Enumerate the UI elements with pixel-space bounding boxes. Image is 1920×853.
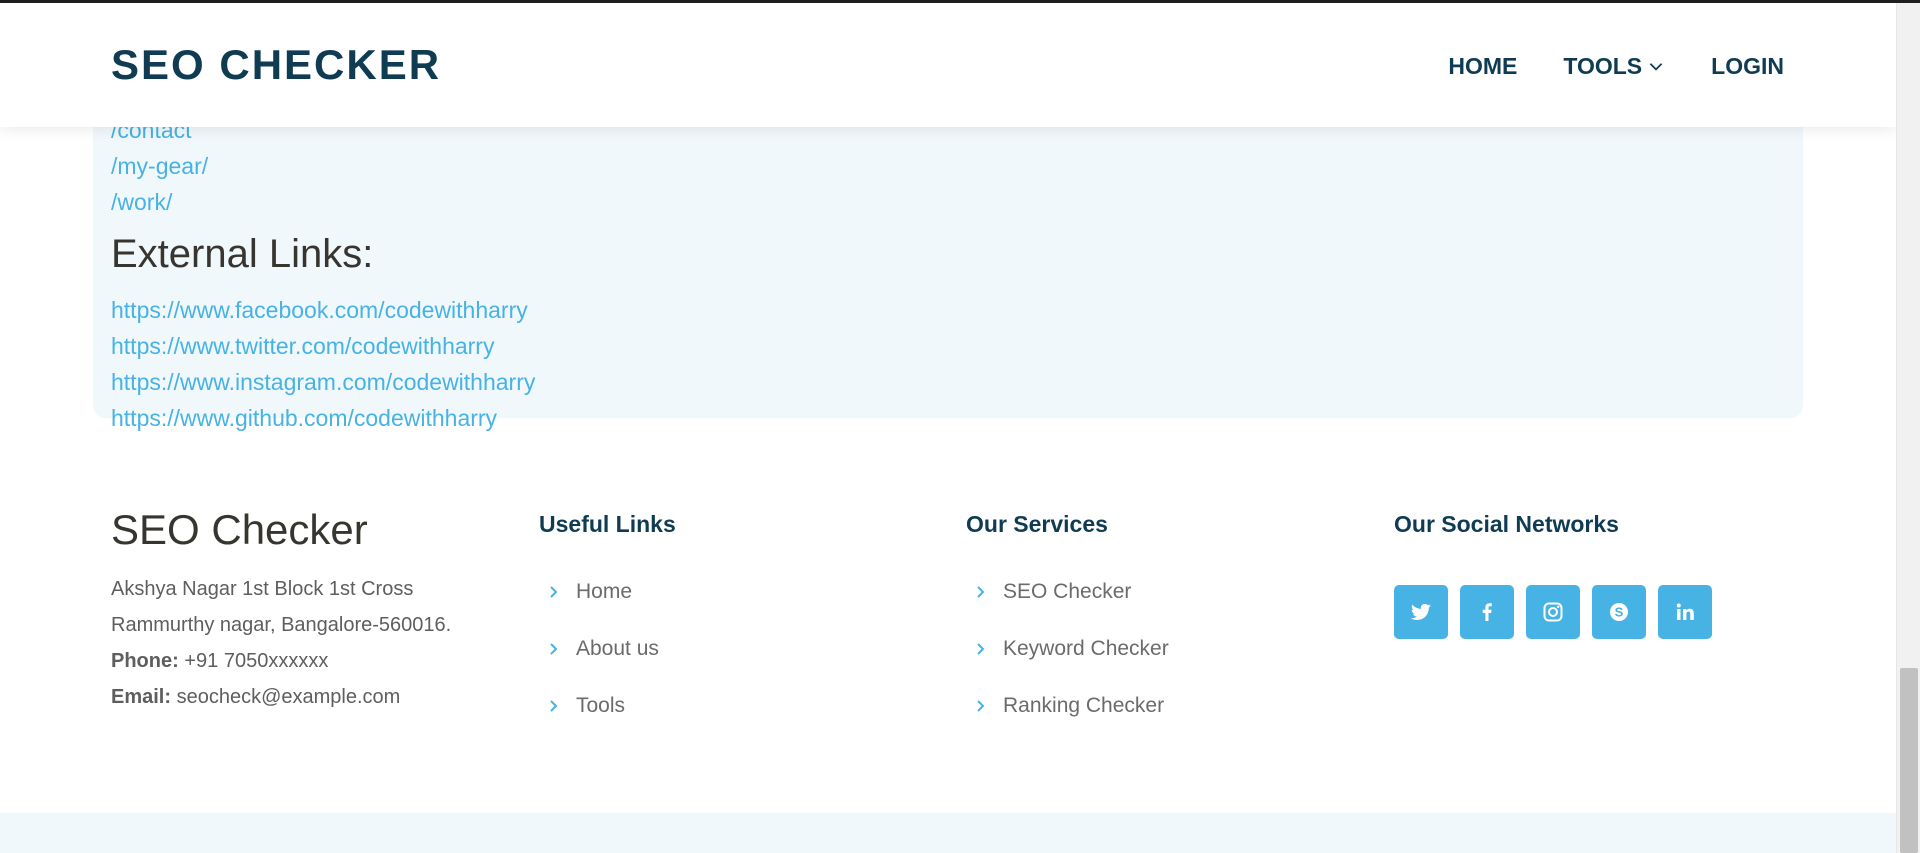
footer-link-home[interactable]: Home (576, 579, 632, 605)
footer-brand-title: SEO Checker (111, 506, 368, 553)
footer-contact: SEO Checker Akshya Nagar 1st Block 1st C… (111, 505, 451, 715)
list-item: About us (539, 620, 676, 677)
social-title: Our Social Networks (1394, 511, 1619, 537)
svg-text:S: S (1615, 605, 1624, 620)
chevron-right-icon (977, 642, 985, 655)
footer-social: Our Social Networks S (1394, 505, 1712, 639)
chevron-right-icon (550, 699, 558, 712)
external-link-github[interactable]: https://www.github.com/codewithharry (111, 400, 535, 436)
footer-address: Akshya Nagar 1st Block 1st Cross Rammurt… (111, 571, 451, 715)
footer-link-tools[interactable]: Tools (576, 693, 625, 719)
external-links-heading: External Links: (111, 232, 374, 276)
nav-tools-label: TOOLS (1563, 53, 1643, 79)
nav-home-label: HOME (1448, 53, 1518, 79)
service-link-seo-checker[interactable]: SEO Checker (1003, 579, 1131, 605)
phone-value: +91 7050xxxxxx (178, 650, 329, 672)
footer-bottom-bar (0, 813, 1896, 853)
social-buttons: S (1394, 585, 1712, 639)
links-panel-inner: /contact /my-gear/ /work/ External Links… (111, 112, 535, 436)
chevron-right-icon (550, 585, 558, 598)
instagram-button[interactable] (1526, 585, 1580, 639)
twitter-icon (1410, 603, 1431, 620)
services-title: Our Services (966, 511, 1108, 537)
chevron-right-icon (977, 699, 985, 712)
list-item: Tools (539, 677, 676, 734)
site-logo[interactable]: SEO CHECKER (111, 41, 441, 89)
list-item: Ranking Checker (966, 677, 1169, 734)
instagram-icon (1543, 602, 1563, 622)
list-item: SEO Checker (966, 563, 1169, 620)
footer-useful-links: Useful Links Home About us Tools (539, 505, 676, 734)
useful-links-title: Useful Links (539, 511, 676, 537)
scrollbar-thumb[interactable] (1900, 668, 1918, 853)
chevron-right-icon (977, 585, 985, 598)
skype-button[interactable]: S (1592, 585, 1646, 639)
nav-tools-dropdown[interactable]: TOOLS (1563, 53, 1665, 79)
facebook-icon (1482, 603, 1492, 621)
skype-icon: S (1610, 603, 1628, 621)
nav-login[interactable]: LOGIN (1711, 53, 1784, 79)
linkedin-icon (1676, 603, 1694, 620)
external-link-instagram[interactable]: https://www.instagram.com/codewithharry (111, 364, 535, 400)
twitter-button[interactable] (1394, 585, 1448, 639)
nav-home[interactable]: HOME (1448, 53, 1517, 79)
phone-line: Phone: +91 7050xxxxxx (111, 643, 451, 679)
address-line-2: Rammurthy nagar, Bangalore-560016. (111, 614, 452, 636)
page-scrollbar[interactable] (1896, 3, 1920, 853)
linkedin-button[interactable] (1658, 585, 1712, 639)
address-line-1: Akshya Nagar 1st Block 1st Cross (111, 578, 414, 600)
main-nav: HOME TOOLS LOGIN (1448, 53, 1784, 79)
list-item: Keyword Checker (966, 620, 1169, 677)
service-link-ranking-checker[interactable]: Ranking Checker (1003, 693, 1164, 719)
footer-services: Our Services SEO Checker Keyword Checker… (966, 505, 1169, 734)
services-list: SEO Checker Keyword Checker Ranking Chec… (966, 563, 1169, 734)
useful-links-list: Home About us Tools (539, 563, 676, 734)
chevron-right-icon (550, 642, 558, 655)
facebook-button[interactable] (1460, 585, 1514, 639)
phone-label: Phone: (111, 650, 179, 672)
list-item: Home (539, 563, 676, 620)
service-link-keyword-checker[interactable]: Keyword Checker (1003, 636, 1169, 662)
external-link-twitter[interactable]: https://www.twitter.com/codewithharry (111, 328, 535, 364)
internal-link[interactable]: /work/ (111, 184, 535, 220)
external-link-facebook[interactable]: https://www.facebook.com/codewithharry (111, 292, 535, 328)
internal-link[interactable]: /my-gear/ (111, 148, 535, 184)
chevron-down-icon (1649, 63, 1663, 71)
email-label: Email: (111, 686, 172, 708)
nav-login-label: LOGIN (1711, 53, 1784, 79)
email-value: seocheck@example.com (171, 686, 401, 708)
site-header: SEO CHECKER HOME TOOLS LOGIN (0, 3, 1896, 127)
email-line: Email: seocheck@example.com (111, 679, 451, 715)
footer-link-about[interactable]: About us (576, 636, 659, 662)
